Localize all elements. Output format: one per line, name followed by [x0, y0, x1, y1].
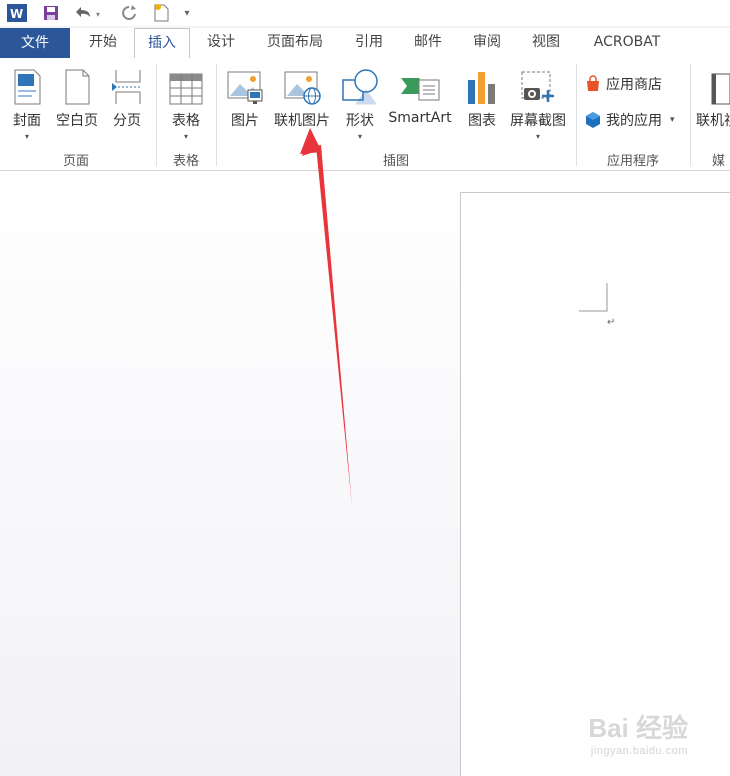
watermark: Bai 经验 jingyan.baidu.com: [588, 708, 688, 757]
annotation-arrow: [300, 128, 352, 506]
watermark-brand: Bai 经验: [588, 713, 688, 743]
watermark-url: jingyan.baidu.com: [590, 745, 688, 757]
